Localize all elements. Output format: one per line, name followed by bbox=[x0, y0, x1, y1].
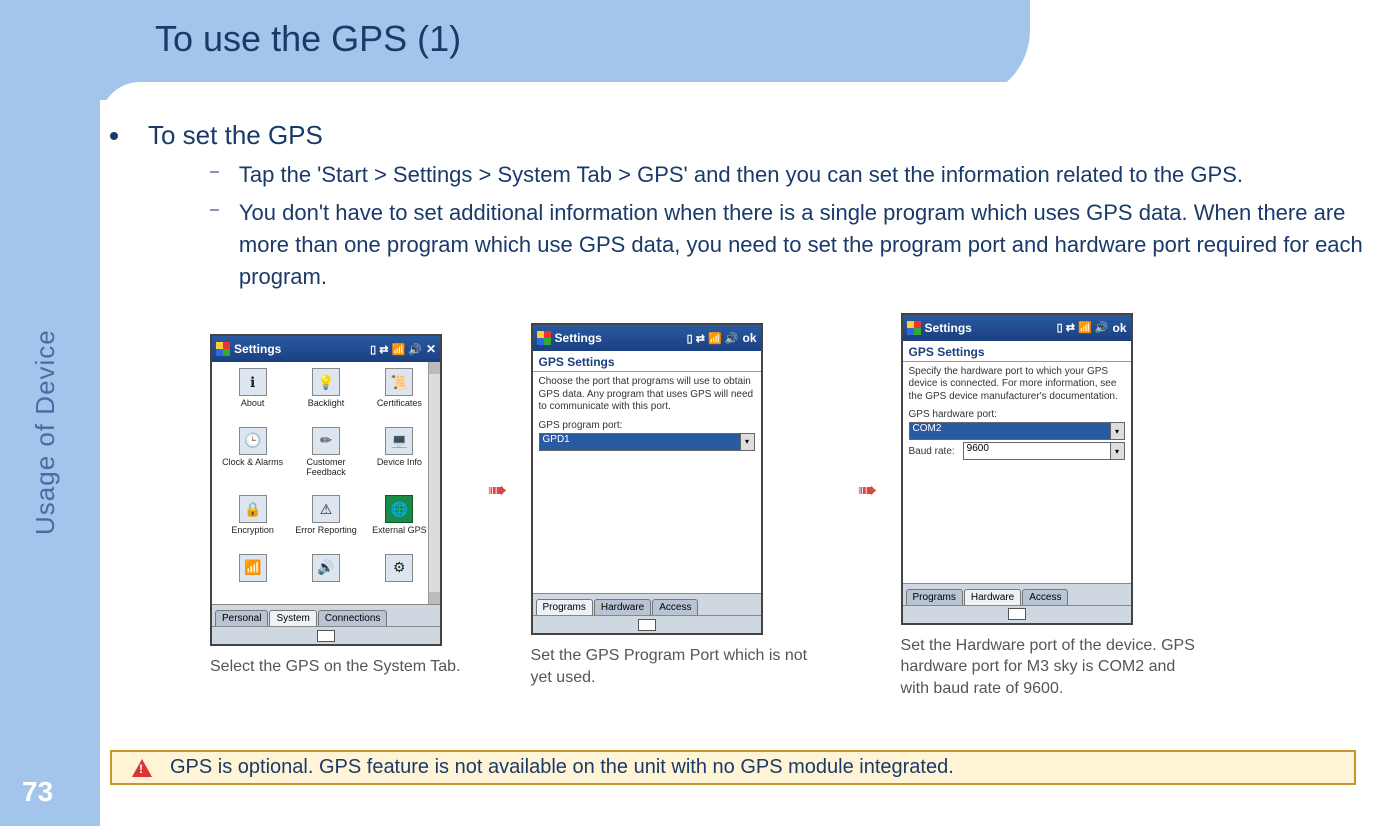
tab-hardware[interactable]: Hardware bbox=[594, 599, 651, 615]
panel-description: Choose the port that programs will use t… bbox=[533, 372, 761, 418]
keyboard-icon bbox=[1008, 608, 1026, 620]
baud-rate-select[interactable]: 9600 bbox=[963, 442, 1111, 460]
field-label: Baud rate: bbox=[909, 446, 955, 457]
close-icon: ✕ bbox=[426, 342, 436, 356]
panel-title: GPS Settings bbox=[903, 341, 1131, 362]
dash-icon: – bbox=[210, 201, 219, 293]
settings-icon-about[interactable]: ℹAbout bbox=[218, 368, 287, 423]
dropdown-icon[interactable]: ▾ bbox=[741, 433, 755, 451]
page-title: To use the GPS (1) bbox=[155, 18, 461, 60]
ok-button: ok bbox=[743, 331, 757, 345]
tab-access[interactable]: Access bbox=[1022, 589, 1068, 605]
caption-1: Select the GPS on the System Tab. bbox=[210, 656, 461, 678]
dash-icon: – bbox=[210, 163, 219, 191]
dropdown-icon[interactable]: ▾ bbox=[1111, 442, 1125, 460]
status-icons: ▯ ⇄ 📶 🔊 bbox=[687, 332, 739, 345]
screenshot-gps-hardware-port: Settings ▯ ⇄ 📶 🔊 ok GPS Settings Specify… bbox=[901, 313, 1133, 625]
settings-icon-certificates[interactable]: 📜Certificates bbox=[365, 368, 434, 423]
start-icon bbox=[537, 331, 551, 345]
panel-description: Specify the hardware port to which your … bbox=[903, 362, 1131, 408]
instruction-1: Tap the 'Start > Settings > System Tab >… bbox=[239, 159, 1243, 191]
warning-text: GPS is optional. GPS feature is not avai… bbox=[170, 756, 954, 779]
window-title: Settings bbox=[234, 342, 281, 356]
scrollbar[interactable] bbox=[428, 362, 440, 604]
section-heading: To set the GPS bbox=[148, 120, 323, 151]
keyboard-icon bbox=[317, 630, 335, 642]
screenshot-gps-program-port: Settings ▯ ⇄ 📶 🔊 ok GPS Settings Choose … bbox=[531, 323, 763, 635]
window-title: Settings bbox=[925, 321, 972, 335]
settings-icon-clock-alarms[interactable]: 🕒Clock & Alarms bbox=[218, 427, 287, 492]
tab-system[interactable]: System bbox=[269, 610, 316, 626]
caption-3: Set the Hardware port of the device. GPS… bbox=[901, 635, 1201, 700]
settings-icon-error-reporting[interactable]: ⚠Error Reporting bbox=[291, 495, 360, 550]
hardware-port-select[interactable]: COM2 bbox=[909, 422, 1111, 440]
arrow-icon: ➠ bbox=[471, 481, 521, 501]
tab-hardware[interactable]: Hardware bbox=[964, 589, 1021, 605]
sidebar-label: Usage of Device bbox=[30, 329, 61, 535]
status-icons: ▯ ⇄ 📶 🔊 bbox=[370, 343, 422, 356]
caption-2: Set the GPS Program Port which is not ye… bbox=[531, 645, 831, 688]
start-icon bbox=[907, 321, 921, 335]
settings-icon-encryption[interactable]: 🔒Encryption bbox=[218, 495, 287, 550]
keyboard-icon bbox=[638, 619, 656, 631]
page-number: 73 bbox=[22, 776, 53, 808]
dropdown-icon[interactable]: ▾ bbox=[1111, 422, 1125, 440]
program-port-select[interactable]: GPD1 bbox=[539, 433, 741, 451]
window-title: Settings bbox=[555, 331, 602, 345]
tab-access[interactable]: Access bbox=[652, 599, 698, 615]
settings-icon-backlight[interactable]: 💡Backlight bbox=[291, 368, 360, 423]
settings-icon-device-info[interactable]: 💻Device Info bbox=[365, 427, 434, 492]
status-icons: ▯ ⇄ 📶 🔊 bbox=[1057, 321, 1109, 334]
ok-button: ok bbox=[1113, 321, 1127, 335]
arrow-icon: ➠ bbox=[841, 481, 891, 501]
settings-icon-external-gps[interactable]: 🌐External GPS bbox=[365, 495, 434, 550]
start-icon bbox=[216, 342, 230, 356]
tab-programs[interactable]: Programs bbox=[536, 599, 593, 615]
warning-box: GPS is optional. GPS feature is not avai… bbox=[110, 750, 1356, 785]
tab-programs[interactable]: Programs bbox=[906, 589, 963, 605]
bullet-icon bbox=[110, 132, 118, 140]
settings-icon-customer-feedback[interactable]: ✏Customer Feedback bbox=[291, 427, 360, 492]
tab-personal[interactable]: Personal bbox=[215, 610, 268, 626]
screenshot-settings-system: Settings ▯ ⇄ 📶 🔊 ✕ ℹAbout💡Backlight📜Cert… bbox=[210, 334, 442, 646]
panel-title: GPS Settings bbox=[533, 351, 761, 372]
instruction-2: You don't have to set additional informa… bbox=[239, 197, 1374, 293]
tab-connections[interactable]: Connections bbox=[318, 610, 388, 626]
field-label: GPS program port: bbox=[533, 418, 761, 432]
field-label: GPS hardware port: bbox=[903, 407, 1131, 421]
warning-icon bbox=[132, 759, 152, 777]
